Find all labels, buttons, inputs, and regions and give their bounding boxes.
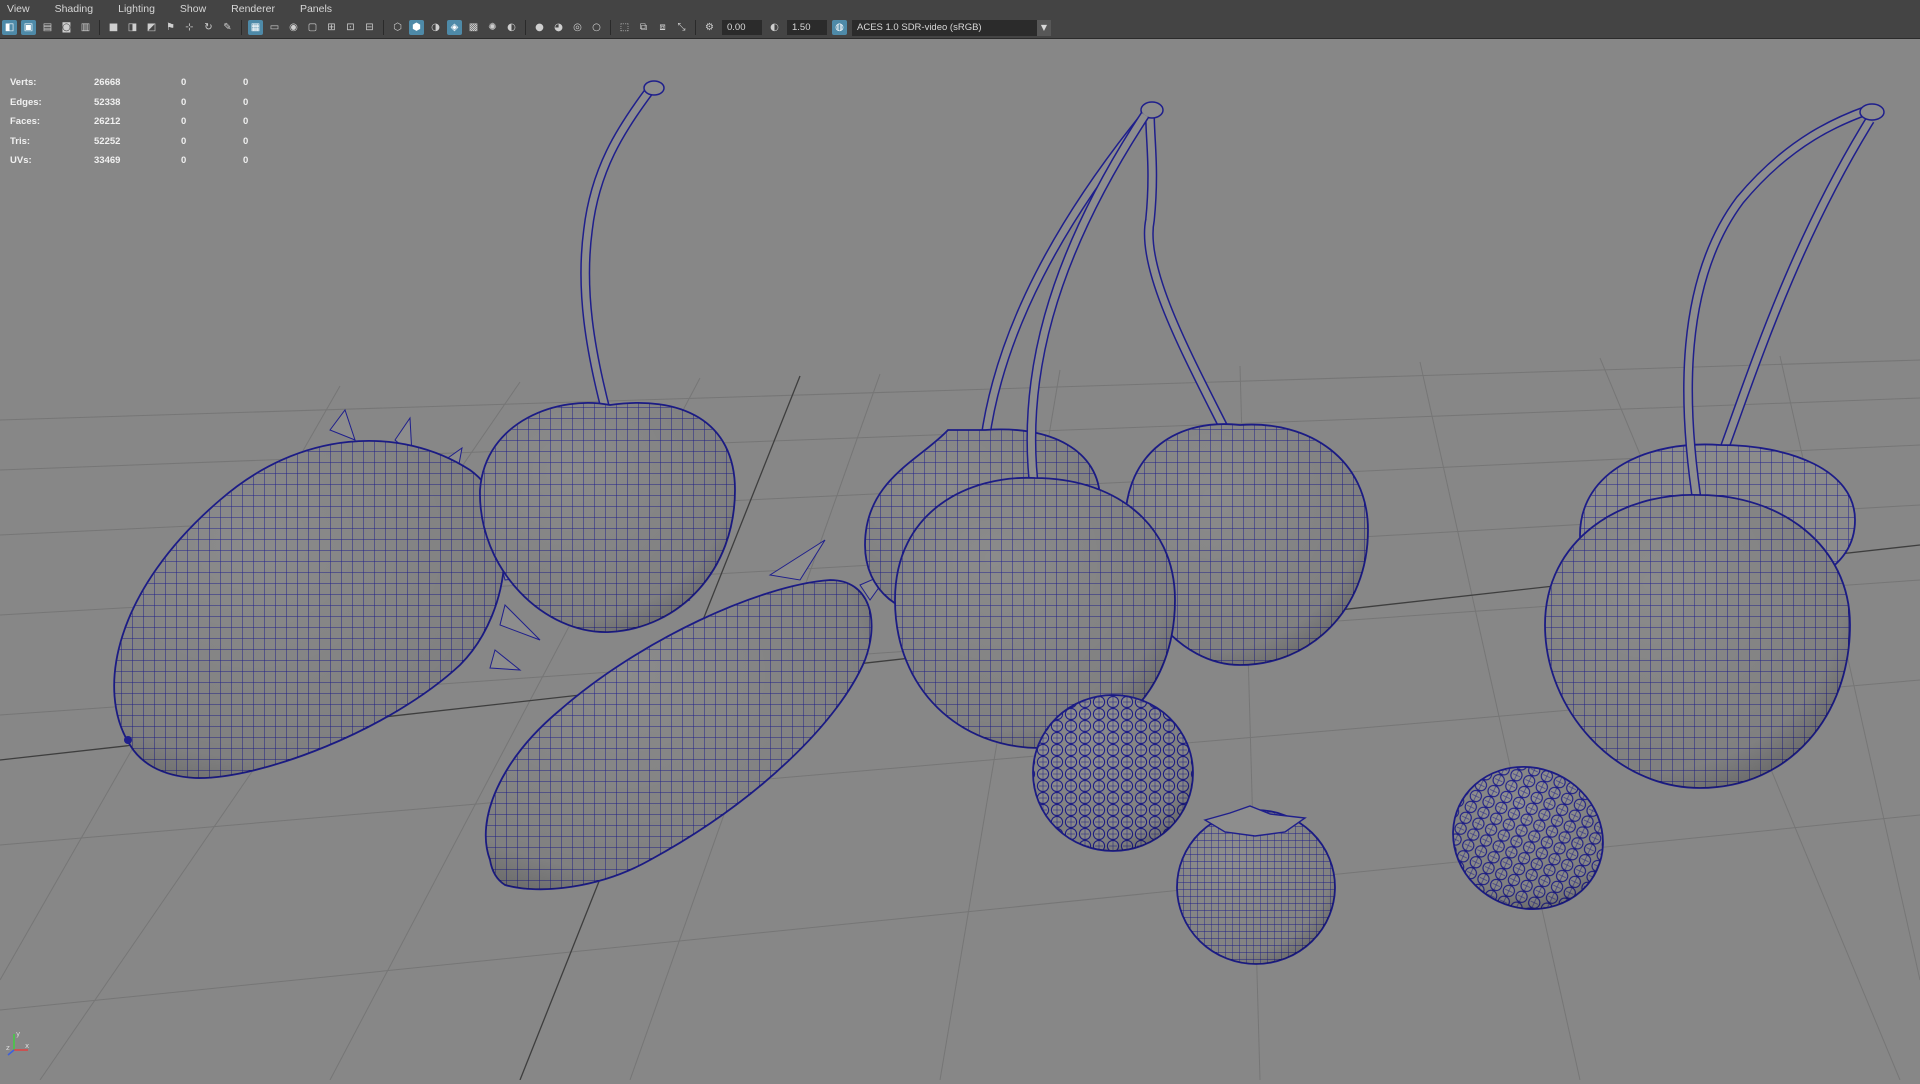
axis-label-z: z — [6, 1044, 10, 1052]
hud-value: 0 — [243, 155, 249, 166]
menu-shading[interactable]: Shading — [55, 3, 94, 15]
hud-value: 0 — [243, 116, 249, 127]
textured-icon[interactable]: ▩ — [466, 20, 481, 35]
hud-value: 0 — [181, 116, 187, 127]
hud-value: 52338 — [94, 96, 121, 108]
grid-icon[interactable]: ▦ — [248, 20, 263, 35]
chevron-down-icon[interactable]: ▼ — [1037, 19, 1051, 36]
hud-label: UVs: — [10, 155, 32, 166]
hud-value: 26212 — [94, 116, 121, 127]
camera-icon[interactable]: ■ — [106, 20, 121, 35]
safe-title-icon[interactable]: ⊟ — [362, 20, 377, 35]
xray-icon[interactable]: ⧉ — [636, 20, 651, 35]
toolbar-separator — [241, 20, 242, 35]
menu-renderer[interactable]: Renderer — [231, 3, 275, 15]
exposure-field[interactable]: 0.00 — [722, 20, 762, 35]
xray-joints-icon[interactable]: ⧈ — [655, 20, 670, 35]
exposure-icon[interactable]: ⚙ — [702, 20, 717, 35]
viewport-scene — [0, 80, 1920, 1081]
menu-view[interactable]: View — [7, 3, 30, 15]
image-plane-icon[interactable]: ◙ — [59, 20, 74, 35]
film-gate-icon[interactable]: ▭ — [267, 20, 282, 35]
field-chart-icon[interactable]: ⊞ — [324, 20, 339, 35]
hud-value: 33469 — [94, 155, 121, 166]
hud-value: 0 — [181, 77, 187, 88]
toolbar-separator — [525, 20, 526, 35]
select-camera-icon[interactable]: ◧ — [2, 20, 17, 35]
hud-label: Verts: — [10, 77, 37, 88]
strawberry-mesh-1[interactable] — [113, 408, 546, 779]
gamma-icon[interactable]: ◐ — [767, 20, 782, 35]
raspberry-mesh-1[interactable] — [1032, 694, 1194, 852]
bookmark-icon[interactable]: ▤ — [40, 20, 55, 35]
wireframe-icon[interactable]: ⬡ — [390, 20, 405, 35]
safe-action-icon[interactable]: ⊡ — [343, 20, 358, 35]
hud-value: 0 — [181, 96, 187, 108]
axis-label-y: y — [16, 1030, 20, 1038]
tumble-icon[interactable]: ↻ — [201, 20, 216, 35]
menu-lighting[interactable]: Lighting — [118, 3, 155, 15]
viewport-3d[interactable]: Verts: 26668 0 0 Edges: 52338 0 0 Faces: 26212 0 0 T… — [0, 39, 1920, 1081]
resolution-gate-icon[interactable]: ◉ — [286, 20, 301, 35]
toolbar-separator — [610, 20, 611, 35]
hud-value: 0 — [243, 77, 249, 88]
menu-show[interactable]: Show — [180, 3, 206, 15]
hud-value: 26668 — [94, 77, 121, 88]
cherry-mesh-4[interactable] — [894, 112, 1176, 749]
panel-menubar: View Shading Lighting Show Renderer Pane… — [0, 0, 1920, 17]
depth-of-field-icon[interactable]: ○ — [589, 20, 604, 35]
toolbar-separator — [695, 20, 696, 35]
isolate-select-icon[interactable]: ⬚ — [617, 20, 632, 35]
hud-value: 52252 — [94, 135, 121, 147]
bookmark-flag-icon[interactable]: ⚑ — [163, 20, 178, 35]
camera-attributes-icon[interactable]: ▣ — [21, 20, 36, 35]
panel-toolbar: ◧ ▣ ▤ ◙ ▥ ■ ◨ ◩ ⚑ ⊹ ↻ ✎ ▦ ▭ ◉ ▢ ⊞ ⊡ ⊟ ⬡ … — [0, 17, 1920, 39]
hud-value: 0 — [243, 96, 249, 108]
color-management-icon[interactable]: ◍ — [832, 20, 847, 35]
gate-mask-icon[interactable]: ▢ — [305, 20, 320, 35]
gamma-field[interactable]: 1.50 — [787, 20, 827, 35]
lock-camera-icon[interactable]: ◨ — [125, 20, 140, 35]
hud-label: Edges: — [10, 96, 42, 108]
grease-pencil-icon[interactable]: ▥ — [78, 20, 93, 35]
menu-panels[interactable]: Panels — [300, 3, 332, 15]
toolbar-separator — [99, 20, 100, 35]
xray-components-icon[interactable]: ⤡ — [674, 20, 689, 35]
pencil-icon[interactable]: ✎ — [220, 20, 235, 35]
color-management-dropdown[interactable]: ACES 1.0 SDR-video (sRGB) — [852, 19, 1037, 36]
lighting-icon[interactable]: ✺ — [485, 20, 500, 35]
hud-value: 0 — [181, 155, 187, 166]
hud-label: Tris: — [10, 135, 31, 147]
hud-label: Faces: — [10, 116, 41, 127]
raspberry-mesh-2[interactable] — [1430, 742, 1627, 933]
shadows-icon[interactable]: ◐ — [504, 20, 519, 35]
smooth-shade-icon[interactable]: ⬢ — [409, 20, 424, 35]
blueberry-mesh[interactable] — [1176, 805, 1336, 965]
default-material-icon[interactable]: ◑ — [428, 20, 443, 35]
camera-attr-icon[interactable]: ◩ — [144, 20, 159, 35]
screen-space-ao-icon[interactable]: ● — [532, 20, 547, 35]
toolbar-separator — [383, 20, 384, 35]
cherry-mesh-1[interactable] — [479, 80, 736, 633]
hud-value: 0 — [181, 135, 187, 147]
anti-aliasing-icon[interactable]: ◎ — [570, 20, 585, 35]
pan-zoom-icon[interactable]: ⊹ — [182, 20, 197, 35]
axis-label-x: x — [25, 1042, 29, 1050]
hud-value: 0 — [243, 135, 249, 147]
view-axis-icon: y x z — [6, 1030, 29, 1056]
motion-blur-icon[interactable]: ◕ — [551, 20, 566, 35]
wireframe-on-shaded-icon[interactable]: ◈ — [447, 20, 462, 35]
